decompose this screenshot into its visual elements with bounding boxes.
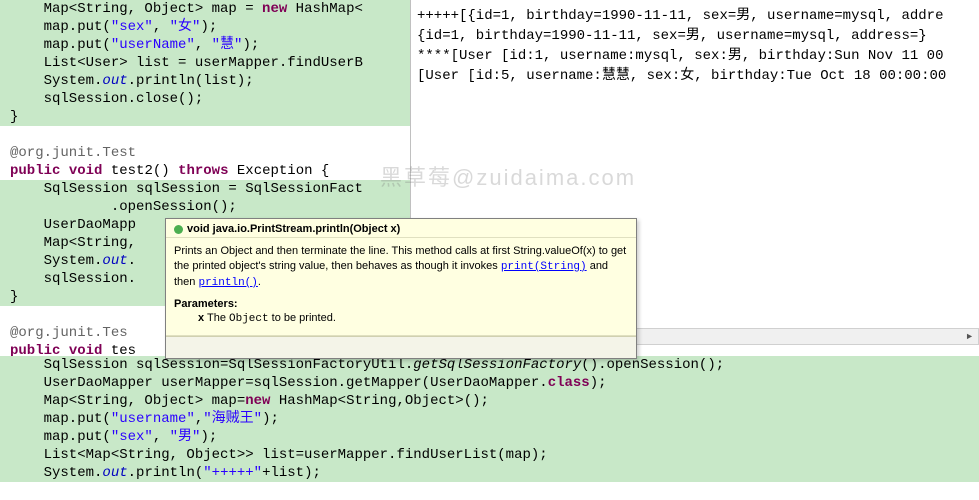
- tooltip-signature: void java.io.PrintStream.println(Object …: [187, 223, 400, 235]
- tooltip-param-x: x The Object to be printed.: [198, 311, 628, 327]
- javadoc-tooltip[interactable]: void java.io.PrintStream.println(Object …: [165, 218, 637, 359]
- tooltip-params-label: Parameters:: [174, 297, 628, 312]
- tooltip-header: void java.io.PrintStream.println(Object …: [166, 219, 636, 238]
- tooltip-toolbar[interactable]: [166, 336, 636, 358]
- tooltip-link-print[interactable]: print(String): [501, 260, 587, 272]
- tooltip-body: Prints an Object and then terminate the …: [166, 238, 636, 336]
- console-text: +++++[{id=1, birthday=1990-11-11, sex=男,…: [411, 0, 979, 88]
- method-public-icon: [174, 225, 183, 234]
- code-block-1: Map<String, Object> map = new HashMap< m…: [0, 0, 410, 126]
- code-editor-bottom[interactable]: SqlSession sqlSession=SqlSessionFactoryU…: [0, 356, 979, 482]
- tooltip-link-println[interactable]: println(): [198, 276, 257, 288]
- scrollbar-right-arrow-icon[interactable]: ►: [961, 329, 978, 344]
- code-block-3: SqlSession sqlSession=SqlSessionFactoryU…: [0, 356, 979, 482]
- code-blank-1: @org.junit.Test public void test2() thro…: [0, 126, 410, 180]
